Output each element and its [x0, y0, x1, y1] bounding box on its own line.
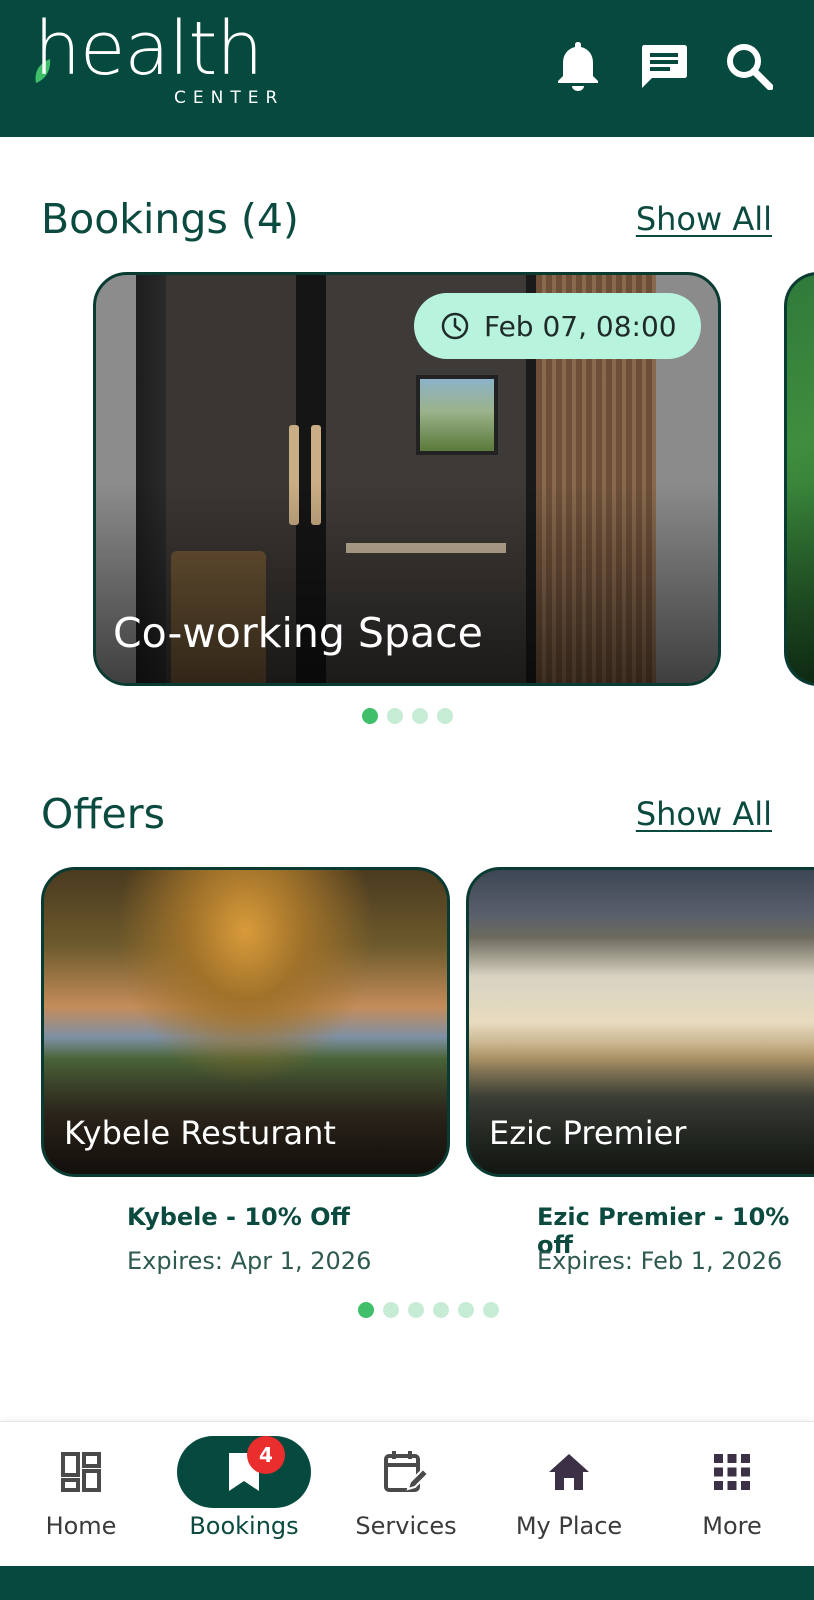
pagination-dot[interactable]	[483, 1302, 499, 1318]
card-image-shade	[787, 483, 814, 683]
offer-expiry: Expires: Feb 1, 2026	[537, 1247, 783, 1275]
offers-title: Offers	[41, 790, 165, 838]
nav-label: Home	[45, 1512, 117, 1540]
pagination-dot[interactable]	[408, 1302, 424, 1318]
offer-card-title: Ezic Premier	[489, 1114, 687, 1152]
offers-pagination	[358, 1302, 499, 1318]
clock-icon	[441, 312, 469, 340]
booking-card-next[interactable]	[784, 272, 814, 686]
bookings-title: Bookings (4)	[41, 195, 299, 243]
bookings-pagination	[362, 708, 453, 724]
nav-label: More	[702, 1512, 762, 1540]
calendar-edit-icon	[382, 1448, 430, 1496]
house-icon	[545, 1448, 593, 1496]
grid-icon	[708, 1448, 756, 1496]
system-navigation-bar	[0, 1566, 814, 1600]
dashboard-icon	[57, 1448, 105, 1496]
pagination-dot[interactable]	[383, 1302, 399, 1318]
notification-badge: 4	[247, 1436, 285, 1474]
bookings-show-all-link[interactable]: Show All	[636, 200, 772, 238]
message-icon[interactable]	[639, 38, 689, 94]
nav-label: My Place	[515, 1512, 623, 1540]
pagination-dot[interactable]	[433, 1302, 449, 1318]
nav-label: Services	[355, 1512, 457, 1540]
pagination-dot[interactable]	[458, 1302, 474, 1318]
health-center-logo: health CENTER	[34, 12, 304, 112]
nav-item-more[interactable]: More	[651, 1422, 813, 1567]
booking-date: Feb 07, 08:00	[484, 309, 677, 343]
nav-item-services[interactable]: Services	[325, 1422, 487, 1567]
pagination-dot[interactable]	[387, 708, 403, 724]
app-header: health CENTER	[0, 0, 814, 137]
card-image-shade	[469, 1044, 814, 1174]
pagination-dot[interactable]	[412, 708, 428, 724]
pagination-dot[interactable]	[362, 708, 378, 724]
nav-label: Bookings	[189, 1512, 299, 1540]
card-image-screen	[416, 375, 498, 455]
search-icon[interactable]	[724, 38, 774, 94]
bell-icon[interactable]	[553, 38, 603, 94]
nav-item-my-place[interactable]: My Place	[488, 1422, 650, 1567]
pagination-dot[interactable]	[358, 1302, 374, 1318]
offer-card-title: Kybele Resturant	[64, 1114, 336, 1152]
offer-card[interactable]: Kybele Resturant	[41, 867, 450, 1177]
logo-subtitle: CENTER	[174, 88, 285, 108]
card-image-shade	[44, 1044, 447, 1174]
booking-card-title: Co-working Space	[113, 609, 483, 657]
bottom-navigation: Home 4 Bookings Services My Place More	[0, 1421, 814, 1566]
logo-word: health	[34, 6, 263, 92]
nav-item-home[interactable]: Home	[0, 1422, 162, 1567]
offers-show-all-link[interactable]: Show All	[636, 795, 772, 833]
pagination-dot[interactable]	[437, 708, 453, 724]
booking-date-pill: Feb 07, 08:00	[414, 293, 701, 359]
offer-card[interactable]: Ezic Premier	[466, 867, 814, 1177]
offer-discount-title: Kybele - 10% Off	[127, 1203, 350, 1231]
offer-expiry: Expires: Apr 1, 2026	[127, 1247, 372, 1275]
nav-item-bookings[interactable]: 4 Bookings	[163, 1422, 325, 1567]
